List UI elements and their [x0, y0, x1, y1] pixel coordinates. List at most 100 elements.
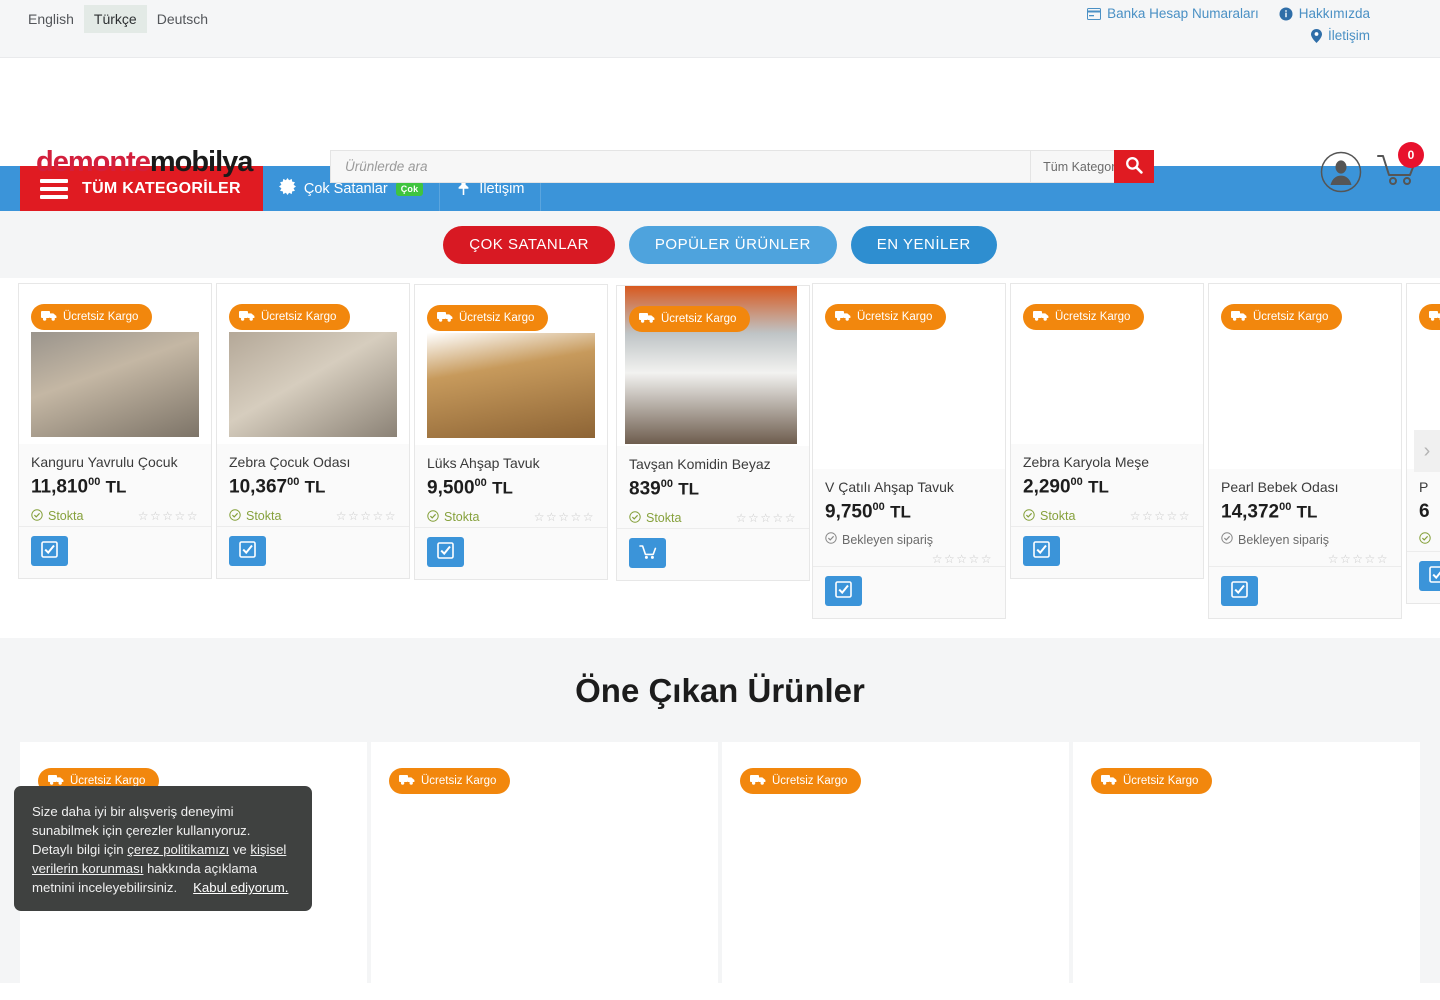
- price-main: 14,372: [1221, 501, 1280, 523]
- cookie-policy-link[interactable]: çerez politikamızı: [127, 842, 229, 857]
- add-to-cart-button[interactable]: [1221, 576, 1258, 607]
- stock-status: Bekleyen sipariş: [825, 532, 933, 547]
- burst-star-icon: [278, 178, 296, 199]
- product-card[interactable]: Ücretsiz Kargo V Çatılı Ahşap Tavuk 9,75…: [812, 283, 1006, 620]
- product-title: P: [1419, 479, 1429, 495]
- search-bar: Tüm Kategoriler ▲▼: [330, 150, 1154, 183]
- carousel-next-button[interactable]: ›: [1414, 430, 1440, 472]
- rating-stars[interactable]: ☆☆☆☆☆: [138, 509, 199, 523]
- add-to-cart-button[interactable]: [629, 538, 666, 569]
- tab-cok-satanlar[interactable]: ÇOK SATANLAR: [443, 225, 615, 264]
- truck-icon: [1231, 310, 1247, 324]
- check-circle-icon: [1221, 532, 1233, 547]
- top-link-bank-accounts[interactable]: Banka Hesap Numaraları: [1087, 6, 1259, 21]
- search-submit-button[interactable]: [1114, 150, 1154, 183]
- product-card[interactable]: Ücretsiz Kargo Tavşan Komidin Beyaz 8390…: [616, 285, 810, 582]
- logo-part-demonte: demonte: [36, 146, 151, 178]
- rating-stars[interactable]: ☆☆☆☆☆: [825, 552, 993, 566]
- product-actions: [19, 526, 211, 579]
- product-carousel: Ücretsiz Kargo Kanguru Yavrulu Çocuk 11,…: [0, 278, 1440, 638]
- price-currency: TL: [105, 477, 127, 497]
- product-image-box: Ücretsiz Kargo: [19, 284, 211, 444]
- product-card[interactable]: Ücretsiz Kargo Kanguru Yavrulu Çocuk 11,…: [18, 283, 212, 580]
- product-price: 9,50000 TL: [427, 477, 595, 499]
- free-shipping-label: Ücretsiz Kargo: [421, 775, 497, 787]
- product-image-box: Ücretsiz Kargo: [217, 284, 409, 444]
- featured-products-section: Öne Çıkan Ürünler Ücretsiz Kargo Ücretsi…: [0, 638, 1440, 1000]
- stock-status: Stokta: [427, 510, 479, 525]
- product-actions: [1011, 526, 1203, 579]
- featured-product-card[interactable]: Ücretsiz Kargo: [371, 742, 718, 1000]
- price-currency: TL: [890, 502, 911, 522]
- product-card[interactable]: Ücretsiz Kargo Zebra Çocuk Odası 10,3670…: [216, 283, 410, 580]
- rating-stars[interactable]: ☆☆☆☆☆: [336, 509, 397, 523]
- add-to-cart-button[interactable]: [1023, 536, 1060, 567]
- language-option-turkce[interactable]: Türkçe: [83, 5, 147, 33]
- featured-product-card[interactable]: Ücretsiz Kargo: [722, 742, 1069, 1000]
- product-meta: Stokta ☆☆☆☆☆: [1023, 506, 1191, 526]
- cookie-text-line3a: Detaylı bilgi için: [32, 842, 128, 857]
- product-price: 6: [1419, 501, 1440, 523]
- tab-populer-urunler[interactable]: POPÜLER ÜRÜNLER: [628, 225, 837, 264]
- free-shipping-badge: Ücretsiz Kargo: [389, 768, 511, 794]
- featured-product-card[interactable]: Ücretsiz Kargo: [1073, 742, 1420, 1000]
- checkbox-check-icon: [41, 541, 58, 561]
- price-cents: 00: [1070, 476, 1083, 488]
- stock-status-label: Bekleyen sipariş: [1238, 532, 1330, 547]
- cart-icon: [638, 544, 657, 563]
- logo-part-mobilya: mobilya: [149, 146, 254, 178]
- top-link-about[interactable]: Hakkımızda: [1279, 6, 1370, 21]
- product-meta: [1419, 531, 1440, 551]
- add-to-cart-button[interactable]: [825, 576, 862, 607]
- stock-status-label: Stokta: [246, 509, 282, 524]
- cookie-consent-banner: Size daha iyi bir alışveriş deneyimi sun…: [14, 786, 312, 911]
- free-shipping-badge: Ücretsiz Kargo: [31, 304, 153, 330]
- site-logo[interactable]: demontemobilya: [36, 146, 254, 179]
- tab-en-yeniler[interactable]: EN YENİLER: [850, 225, 997, 264]
- product-price: 11,81000 TL: [31, 476, 199, 498]
- truck-icon: [750, 774, 766, 788]
- product-title: Lüks Ahşap Tavuk: [427, 455, 540, 471]
- product-card[interactable]: Ücretsiz Kargo Zebra Karyola Meşe 2,2900…: [1010, 283, 1204, 580]
- search-input[interactable]: [331, 151, 1031, 182]
- language-option-deutsch[interactable]: Deutsch: [147, 5, 218, 33]
- add-to-cart-button[interactable]: [229, 536, 266, 567]
- account-button[interactable]: [1320, 151, 1362, 198]
- check-circle-icon: [825, 532, 837, 547]
- cookie-accept-button[interactable]: Kabul ediyorum.: [193, 880, 288, 895]
- free-shipping-badge: Ücretsiz Kargo: [427, 305, 549, 331]
- rating-stars[interactable]: ☆☆☆☆☆: [534, 510, 595, 524]
- add-to-cart-button[interactable]: [1419, 561, 1440, 591]
- stock-status: Bekleyen sipariş: [1221, 532, 1329, 547]
- free-shipping-badge: Ücretsiz Kargo: [740, 768, 862, 794]
- rating-stars[interactable]: ☆☆☆☆☆: [1130, 509, 1191, 523]
- product-card[interactable]: Ücretsiz Kargo Lüks Ahşap Tavuk 9,50000 …: [414, 284, 608, 581]
- product-info: Pearl Bebek Odası 14,37200 TL Bekleyen s…: [1209, 469, 1401, 567]
- free-shipping-badge: Ücretsiz Kargo: [1091, 768, 1213, 794]
- price-cents: 00: [287, 476, 300, 488]
- product-title: Zebra Çocuk Odası: [229, 454, 351, 470]
- product-meta: Stokta ☆☆☆☆☆: [229, 506, 397, 526]
- truck-icon: [1429, 310, 1440, 324]
- truck-icon: [1033, 310, 1049, 324]
- rating-stars[interactable]: ☆☆☆☆☆: [736, 511, 797, 525]
- top-link-contact[interactable]: İletişim: [1310, 28, 1370, 43]
- add-to-cart-button[interactable]: [427, 537, 464, 568]
- add-to-cart-button[interactable]: [31, 536, 68, 567]
- stock-status: [1419, 532, 1436, 547]
- free-shipping-label: Ücretsiz Kargo: [661, 313, 737, 325]
- rating-stars[interactable]: ☆☆☆☆☆: [1221, 552, 1389, 566]
- cart-button[interactable]: 0: [1376, 142, 1424, 197]
- stock-status: Stokta: [31, 509, 83, 524]
- free-shipping-label: Ücretsiz Kargo: [261, 311, 337, 323]
- language-option-english[interactable]: English: [18, 5, 84, 33]
- price-currency: TL: [1088, 477, 1109, 497]
- free-shipping-label: Ücretsiz Kargo: [459, 312, 535, 324]
- product-price: 83900 TL: [629, 478, 797, 500]
- stock-status-label: Stokta: [48, 509, 84, 524]
- nav-all-categories-label: TÜM KATEGORİLER: [82, 179, 241, 197]
- checkbox-check-icon: [1231, 581, 1248, 601]
- product-card[interactable]: Ücretsiz Kargo Pearl Bebek Odası 14,3720…: [1208, 283, 1402, 620]
- cookie-text-line2: sunabilmek için çerezler kullanıyoruz.: [32, 823, 251, 838]
- free-shipping-badge: Ücretsiz Kargo: [1221, 304, 1343, 330]
